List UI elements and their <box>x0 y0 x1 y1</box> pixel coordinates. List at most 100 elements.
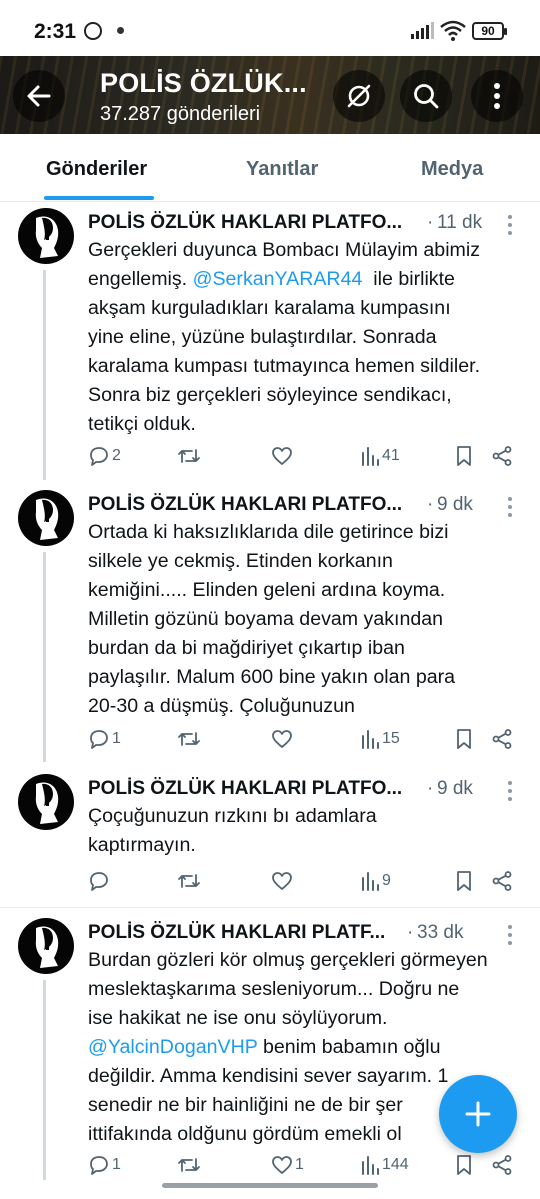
views-button[interactable]: 9 <box>360 868 391 894</box>
search-button[interactable] <box>400 70 452 122</box>
avatar-silhouette-icon <box>35 498 59 540</box>
post-time: 9 dk <box>437 494 473 515</box>
post-text-line: yine eline, yüzüne bulaştırdılar. Sonrad… <box>88 326 437 348</box>
view-count: 41 <box>382 447 400 464</box>
post-author[interactable]: POLİS ÖZLÜK HAKLARI PLATFO... <box>88 778 402 800</box>
avatar[interactable] <box>18 490 74 546</box>
like-button[interactable]: 1 <box>271 1152 304 1178</box>
views-button[interactable]: 144 <box>360 1152 409 1178</box>
bookmark-button[interactable] <box>454 726 474 752</box>
tab-replies[interactable]: Yanıtlar <box>246 158 318 181</box>
retweet-button[interactable] <box>177 868 203 894</box>
share-button[interactable] <box>491 443 513 469</box>
avatar[interactable] <box>18 774 74 830</box>
post-text-fragment: benim babamın oğlu <box>262 1036 441 1058</box>
profile-header: POLİS ÖZLÜK... 37.287 gönderileri <box>0 56 540 134</box>
post-text: Ortada ki haksızlıklarıda dile getirince… <box>88 518 528 721</box>
avatar[interactable] <box>18 208 74 264</box>
like-button[interactable] <box>271 726 295 752</box>
retweet-icon <box>178 732 200 746</box>
views-chart-icon <box>362 1156 379 1175</box>
plus-icon <box>465 1101 491 1127</box>
mention-link[interactable]: @SerkanYARAR44 <box>193 268 363 290</box>
reply-icon <box>90 872 108 891</box>
reply-button[interactable]: 1 <box>88 1152 121 1178</box>
retweet-icon <box>178 874 200 888</box>
post-text-line: 20-30 a düşmüş. Çoluğunuzun <box>88 695 355 717</box>
bookmark-button[interactable] <box>454 1152 474 1178</box>
bookmark-button[interactable] <box>454 443 474 469</box>
thread-line <box>43 980 46 1180</box>
bookmark-icon <box>457 729 471 749</box>
back-button[interactable] <box>13 70 65 122</box>
post-text-line: Ortada ki haksızlıklarıda dile getirince… <box>88 521 449 543</box>
reply-button[interactable]: 1 <box>88 726 121 752</box>
post-text: Çoçuğunuzun rızkını bı adamlara kaptırma… <box>88 802 528 860</box>
search-icon <box>414 84 439 109</box>
share-button[interactable] <box>491 1152 513 1178</box>
heart-icon <box>272 730 292 748</box>
views-button[interactable]: 41 <box>360 443 400 469</box>
whatsapp-icon <box>84 22 102 40</box>
thread-line <box>43 552 46 762</box>
bookmark-icon <box>457 446 471 466</box>
retweet-button[interactable] <box>177 1152 203 1178</box>
post-author[interactable]: POLİS ÖZLÜK HAKLARI PLATFO... <box>88 212 402 234</box>
page-title: POLİS ÖZLÜK... <box>100 68 307 98</box>
thread-line <box>43 270 46 480</box>
tab-media[interactable]: Medya <box>421 158 483 181</box>
notification-dot-icon <box>117 27 124 34</box>
post-text-line: burdan da bi mağdiriyet çıkartıp iban <box>88 637 405 659</box>
more-options-button[interactable] <box>471 70 523 122</box>
views-chart-icon <box>362 730 379 749</box>
compose-post-button[interactable] <box>439 1075 517 1153</box>
bookmark-button[interactable] <box>454 868 474 894</box>
retweet-button[interactable] <box>177 726 203 752</box>
heart-icon <box>272 872 292 890</box>
share-button[interactable] <box>491 868 513 894</box>
post-text-line: paylaşılır. Malum 600 bine yakın olan pa… <box>88 666 456 688</box>
avatar[interactable] <box>18 918 74 974</box>
profile-tabs: Gönderiler Yanıtlar Medya <box>0 134 540 202</box>
post-text-line: tetikçi olduk. <box>88 413 196 435</box>
views-chart-icon <box>362 872 379 891</box>
status-time: 2:31 <box>34 20 77 43</box>
retweet-icon <box>178 449 200 463</box>
post-time: 11 dk <box>437 212 483 233</box>
post-divider <box>0 907 540 908</box>
post-author[interactable]: POLİS ÖZLÜK HAKLARI PLATF... <box>88 922 385 944</box>
post-author[interactable]: POLİS ÖZLÜK HAKLARI PLATFO... <box>88 494 402 516</box>
avatar-silhouette-icon <box>35 782 59 824</box>
reply-button[interactable] <box>88 868 112 894</box>
battery-icon: 90 <box>472 22 507 40</box>
home-indicator[interactable] <box>162 1183 378 1188</box>
bookmark-icon <box>457 1155 471 1175</box>
post-text-line: engellemiş. @SerkanYARAR44 ile birlikte <box>88 265 528 294</box>
reply-icon <box>90 447 108 466</box>
post-text-fragment: engellemiş. <box>88 268 188 290</box>
reply-button[interactable]: 2 <box>88 443 121 469</box>
views-button[interactable]: 15 <box>360 726 400 752</box>
separator-dot: · <box>427 778 434 799</box>
post-text-line: @YalcinDoganVHP benim babamın oğlu <box>88 1033 528 1062</box>
post-text-line: kemiğini..... Elinden geleni ardına koym… <box>88 579 446 601</box>
translate-off-icon <box>347 84 371 108</box>
translate-button[interactable] <box>333 70 385 122</box>
retweet-button[interactable] <box>177 443 203 469</box>
share-button[interactable] <box>491 726 513 752</box>
avatar-silhouette-icon <box>35 216 59 258</box>
view-count: 15 <box>382 730 400 747</box>
post-text-line: ise hakikat ne ise onu söylüyorum. <box>88 1007 388 1029</box>
mention-link[interactable]: @YalcinDoganVHP <box>88 1036 257 1058</box>
post-text-line: kaptırmayın. <box>88 834 196 856</box>
tab-posts[interactable]: Gönderiler <box>46 158 147 181</box>
post-time: 9 dk <box>437 778 473 799</box>
post-text: Gerçekleri duyunca Bombacı Mülayim abimi… <box>88 236 528 439</box>
like-button[interactable] <box>271 443 295 469</box>
post-text-line: meslektaşkarıma sesleniyorum... Doğru ne <box>88 978 460 1000</box>
reply-count: 2 <box>112 447 121 464</box>
share-icon <box>492 446 512 466</box>
like-button[interactable] <box>271 868 295 894</box>
post-actions: 9 <box>88 868 528 894</box>
post-text-line: Burdan gözleri kör olmuş gerçekleri görm… <box>88 949 488 971</box>
